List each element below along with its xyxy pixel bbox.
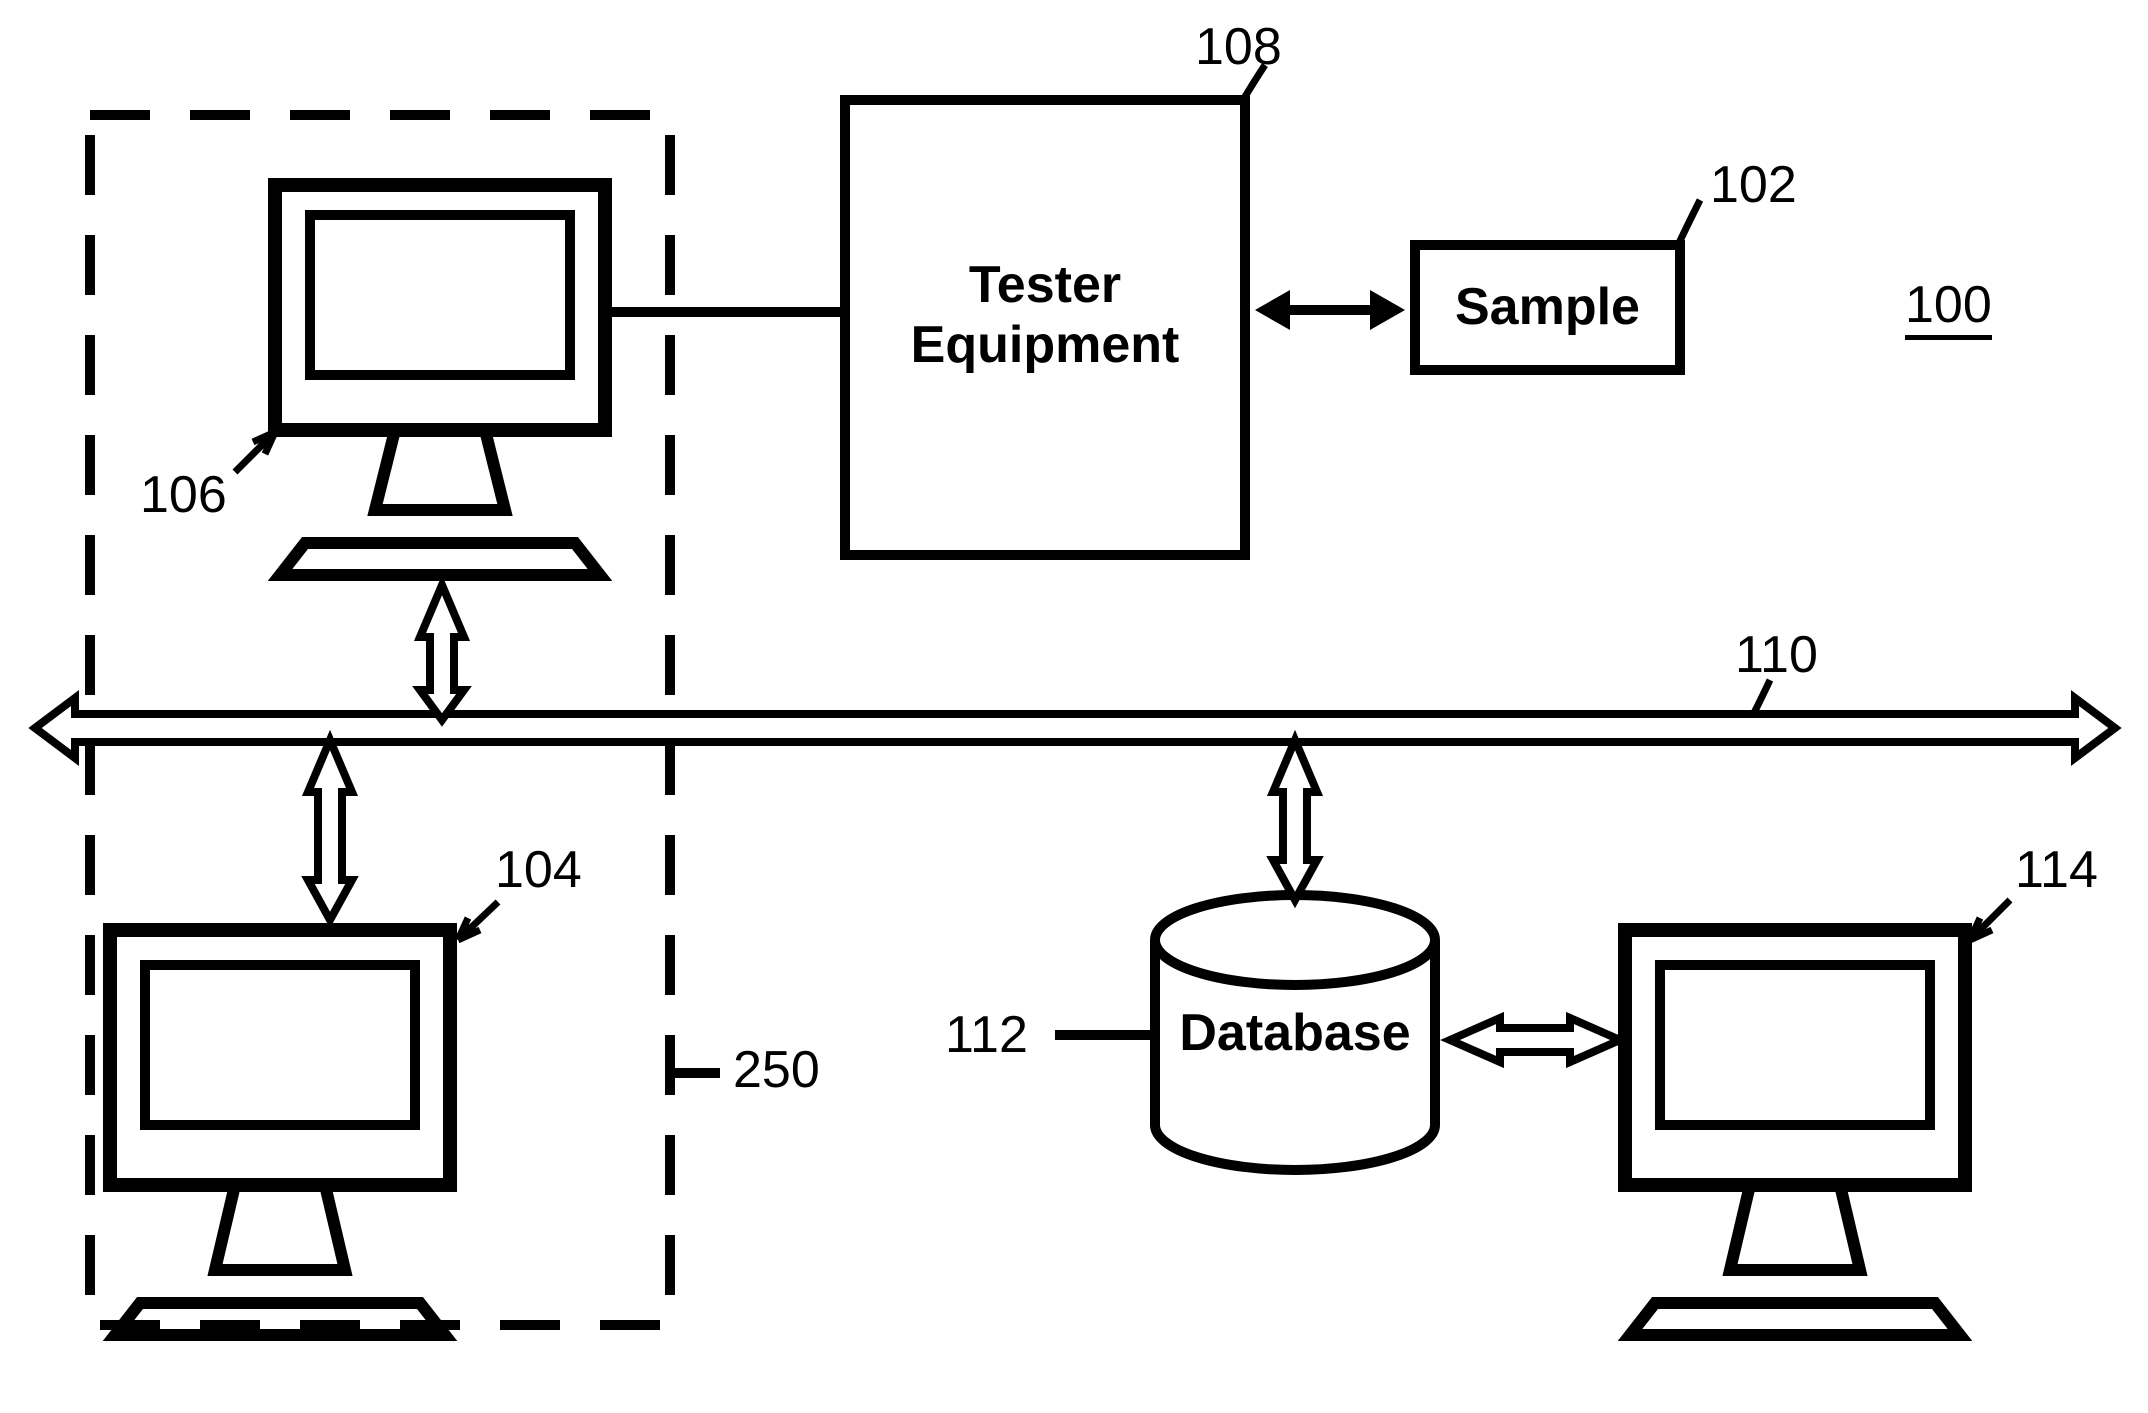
arrow-106-bus: [420, 585, 464, 720]
database-label: Database: [1155, 1003, 1435, 1063]
sample-label: Sample: [1415, 277, 1680, 337]
tester-equipment-label-2: Equipment: [845, 315, 1245, 375]
ref-104: 104: [495, 840, 582, 900]
ref-100: 100: [1905, 275, 1992, 340]
tester-equipment-label-1: Tester: [845, 255, 1245, 315]
computer-114: [1625, 930, 1965, 1335]
ref-112: 112: [945, 1005, 1028, 1065]
system-diagram: [0, 0, 2148, 1413]
arrow-bus-database: [1273, 740, 1317, 900]
ref-110: 110: [1735, 625, 1818, 685]
lead-104: [458, 902, 498, 940]
ref-250: 250: [733, 1040, 820, 1100]
lead-102: [1678, 200, 1700, 245]
ref-106: 106: [140, 465, 227, 525]
ref-102: 102: [1710, 155, 1797, 215]
lead-114: [1970, 900, 2010, 940]
arrow-bus-104: [308, 740, 352, 920]
ref-114: 114: [2015, 840, 2098, 900]
lead-110: [1753, 680, 1770, 715]
arrow-tester-sample: [1255, 290, 1405, 330]
computer-106: [275, 185, 605, 575]
lead-106: [235, 432, 275, 472]
bus-110: [35, 698, 2115, 758]
ref-108: 108: [1195, 17, 1282, 77]
computer-104: [110, 930, 450, 1335]
arrow-database-114: [1450, 1018, 1620, 1062]
